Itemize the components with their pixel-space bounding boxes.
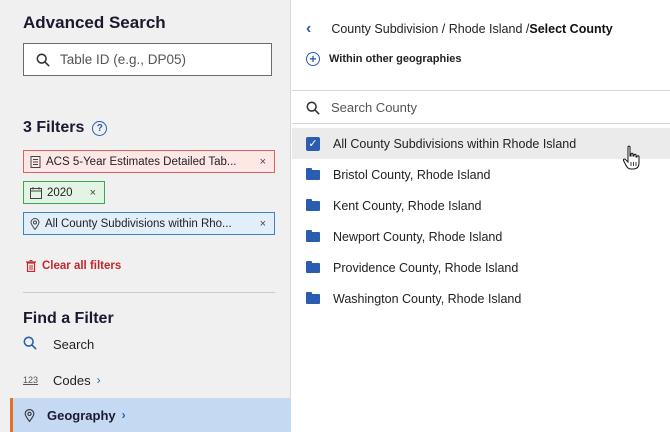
nav-item-label: Geography — [47, 407, 116, 423]
folder-icon — [306, 167, 320, 180]
advanced-search-title: Advanced Search — [23, 13, 166, 32]
list-item-label: Kent County, Rhode Island — [333, 198, 482, 213]
nav-item-codes[interactable]: 123 Codes › — [23, 369, 101, 391]
list-item-county[interactable]: Kent County, Rhode Island — [292, 190, 670, 221]
divider — [292, 90, 670, 91]
nav-item-search[interactable]: Search — [23, 333, 94, 355]
nav-item-label: Search — [53, 336, 95, 352]
folder-icon — [306, 198, 320, 211]
list-item-county[interactable]: Washington County, Rhode Island — [292, 283, 670, 314]
filter-chip-label: 2020 — [47, 186, 73, 199]
breadcrumb: ‹ County Subdivision / Rhode Island / Se… — [306, 20, 613, 38]
list-item-label: All County Subdivisions within Rhode Isl… — [333, 136, 577, 151]
right-panel: ‹ County Subdivision / Rhode Island / Se… — [292, 0, 670, 432]
table-id-search-box[interactable] — [23, 43, 272, 76]
filters-heading: 3 Filters ? — [23, 119, 108, 137]
chevron-right-icon: › — [121, 408, 126, 422]
list-item-county[interactable]: Newport County, Rhode Island — [292, 221, 670, 252]
document-icon — [30, 155, 41, 168]
divider — [23, 292, 275, 293]
filter-chip-label: All County Subdivisions within Rho... — [45, 217, 232, 230]
filter-chip-year[interactable]: 2020 × — [23, 181, 105, 204]
search-icon — [23, 336, 43, 353]
within-other-geographies-button[interactable]: + Within other geographies — [306, 52, 462, 66]
county-list: ✓ All County Subdivisions within Rhode I… — [292, 128, 670, 314]
nav-item-label: Codes — [53, 372, 91, 388]
folder-icon — [306, 291, 320, 304]
list-item-label: Washington County, Rhode Island — [333, 291, 522, 306]
list-item-county[interactable]: Providence County, Rhode Island — [292, 252, 670, 283]
numbers-icon: 123 — [23, 375, 39, 385]
trash-icon — [26, 260, 36, 272]
calendar-icon — [30, 186, 42, 199]
location-pin-icon — [30, 217, 40, 230]
county-search-input[interactable] — [331, 100, 631, 115]
find-a-filter-heading: Find a Filter — [23, 310, 114, 327]
help-icon[interactable]: ? — [92, 120, 108, 136]
nav-item-geography[interactable]: Geography › — [10, 398, 291, 432]
left-panel: Advanced Search 3 Filters ? ACS 5-Year E… — [0, 0, 291, 432]
clear-all-filters-button[interactable]: Clear all filters — [26, 260, 121, 272]
list-item-label: Providence County, Rhode Island — [333, 260, 519, 275]
clear-all-label: Clear all filters — [42, 260, 122, 272]
breadcrumb-path: County Subdivision / Rhode Island / — [331, 22, 530, 36]
filter-chip-label: ACS 5-Year Estimates Detailed Tab... — [46, 155, 237, 168]
chevron-right-icon: › — [96, 373, 101, 387]
list-item-all-subdivisions[interactable]: ✓ All County Subdivisions within Rhode I… — [292, 128, 670, 159]
close-icon[interactable]: × — [252, 218, 266, 230]
folder-icon — [306, 229, 320, 242]
list-item-label: Newport County, Rhode Island — [333, 229, 503, 244]
within-label: Within other geographies — [329, 53, 462, 65]
list-item-county[interactable]: Bristol County, Rhode Island — [292, 159, 670, 190]
checkbox-checked-icon[interactable]: ✓ — [306, 136, 320, 151]
hand-cursor-icon — [622, 145, 640, 170]
filter-chip-dataset[interactable]: ACS 5-Year Estimates Detailed Tab... × — [23, 150, 275, 173]
filter-chip-geography[interactable]: All County Subdivisions within Rho... × — [23, 212, 275, 235]
close-icon[interactable]: × — [82, 187, 96, 199]
table-id-input[interactable] — [60, 52, 260, 67]
back-chevron-icon[interactable]: ‹ — [306, 20, 311, 38]
search-icon — [306, 101, 320, 114]
list-item-label: Bristol County, Rhode Island — [333, 167, 491, 182]
plus-circle-icon: + — [306, 52, 320, 66]
location-pin-icon — [24, 408, 35, 422]
filters-count-label: 3 Filters — [23, 119, 85, 136]
folder-icon — [306, 260, 320, 273]
close-icon[interactable]: × — [252, 156, 266, 168]
search-icon — [36, 53, 50, 66]
county-search-box[interactable] — [292, 92, 670, 124]
breadcrumb-current: Select County — [529, 22, 613, 36]
